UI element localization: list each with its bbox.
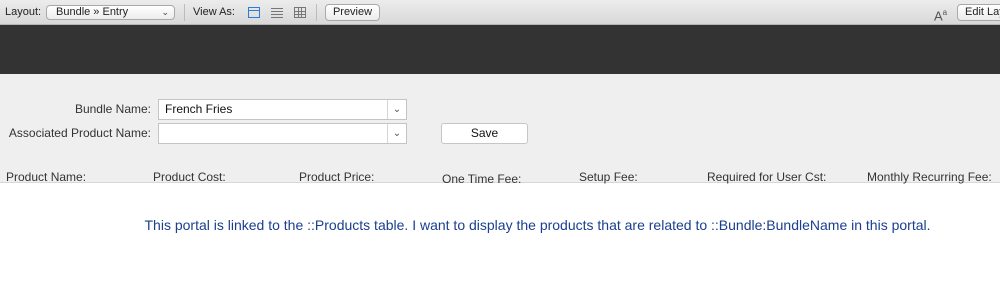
save-button[interactable]: Save [441, 123, 528, 144]
column-header-setup-fee: Setup Fee: [579, 170, 638, 184]
bundle-name-label: Bundle Name: [74, 102, 151, 116]
view-as-label: View As: [193, 6, 235, 18]
associated-product-label: Associated Product Name: [8, 126, 151, 140]
text-size-glyph: A [934, 8, 943, 24]
chevron-down-icon[interactable]: ⌄ [387, 124, 406, 143]
chevron-down-icon[interactable]: ⌄ [387, 100, 406, 119]
toolbar-divider [184, 4, 185, 21]
text-size-sup: a [942, 8, 948, 17]
column-header-product-name: Product Name: [6, 170, 87, 184]
chevron-down-icon: ⌄ [161, 7, 169, 17]
edit-layout-button[interactable]: Edit Layout [957, 4, 1000, 21]
layout-label: Layout: [5, 6, 42, 18]
associated-product-field[interactable]: ⌄ [158, 123, 407, 144]
bundle-name-value: French Fries [165, 102, 233, 116]
column-header-product-price: Product Price: [299, 170, 375, 184]
text-size-icon[interactable]: Aa [934, 4, 947, 24]
toolbar-divider [316, 4, 317, 21]
portal-note: This portal is linked to the ::Products … [144, 217, 931, 233]
column-header-required-for-user-cst: Required for User Cst: [707, 170, 827, 184]
layout-select-value: Bundle » Entry [56, 6, 129, 18]
list-view-icon[interactable] [271, 7, 283, 18]
form-view-icon[interactable] [248, 7, 260, 18]
column-header-monthly-recurring-fee: Monthly Recurring Fee: [867, 170, 992, 184]
column-header-product-cost: Product Cost: [153, 170, 226, 184]
header-band [0, 25, 1000, 74]
status-toolbar: Layout: Bundle » Entry ⌄ View As: Previe… [0, 0, 1000, 25]
table-view-icon[interactable] [294, 7, 306, 18]
layout-select[interactable]: Bundle » Entry ⌄ [46, 5, 175, 20]
bundle-name-field[interactable]: French Fries ⌄ [158, 99, 407, 120]
preview-button[interactable]: Preview [325, 4, 380, 21]
column-header-one-time-fee: One Time Fee: [442, 172, 522, 186]
